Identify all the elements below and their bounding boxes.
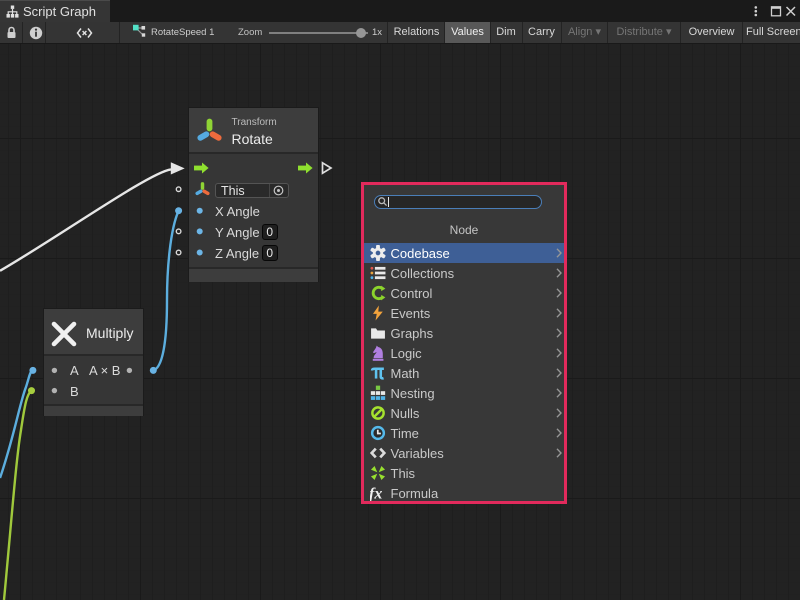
svg-text:fx: fx <box>370 486 382 502</box>
